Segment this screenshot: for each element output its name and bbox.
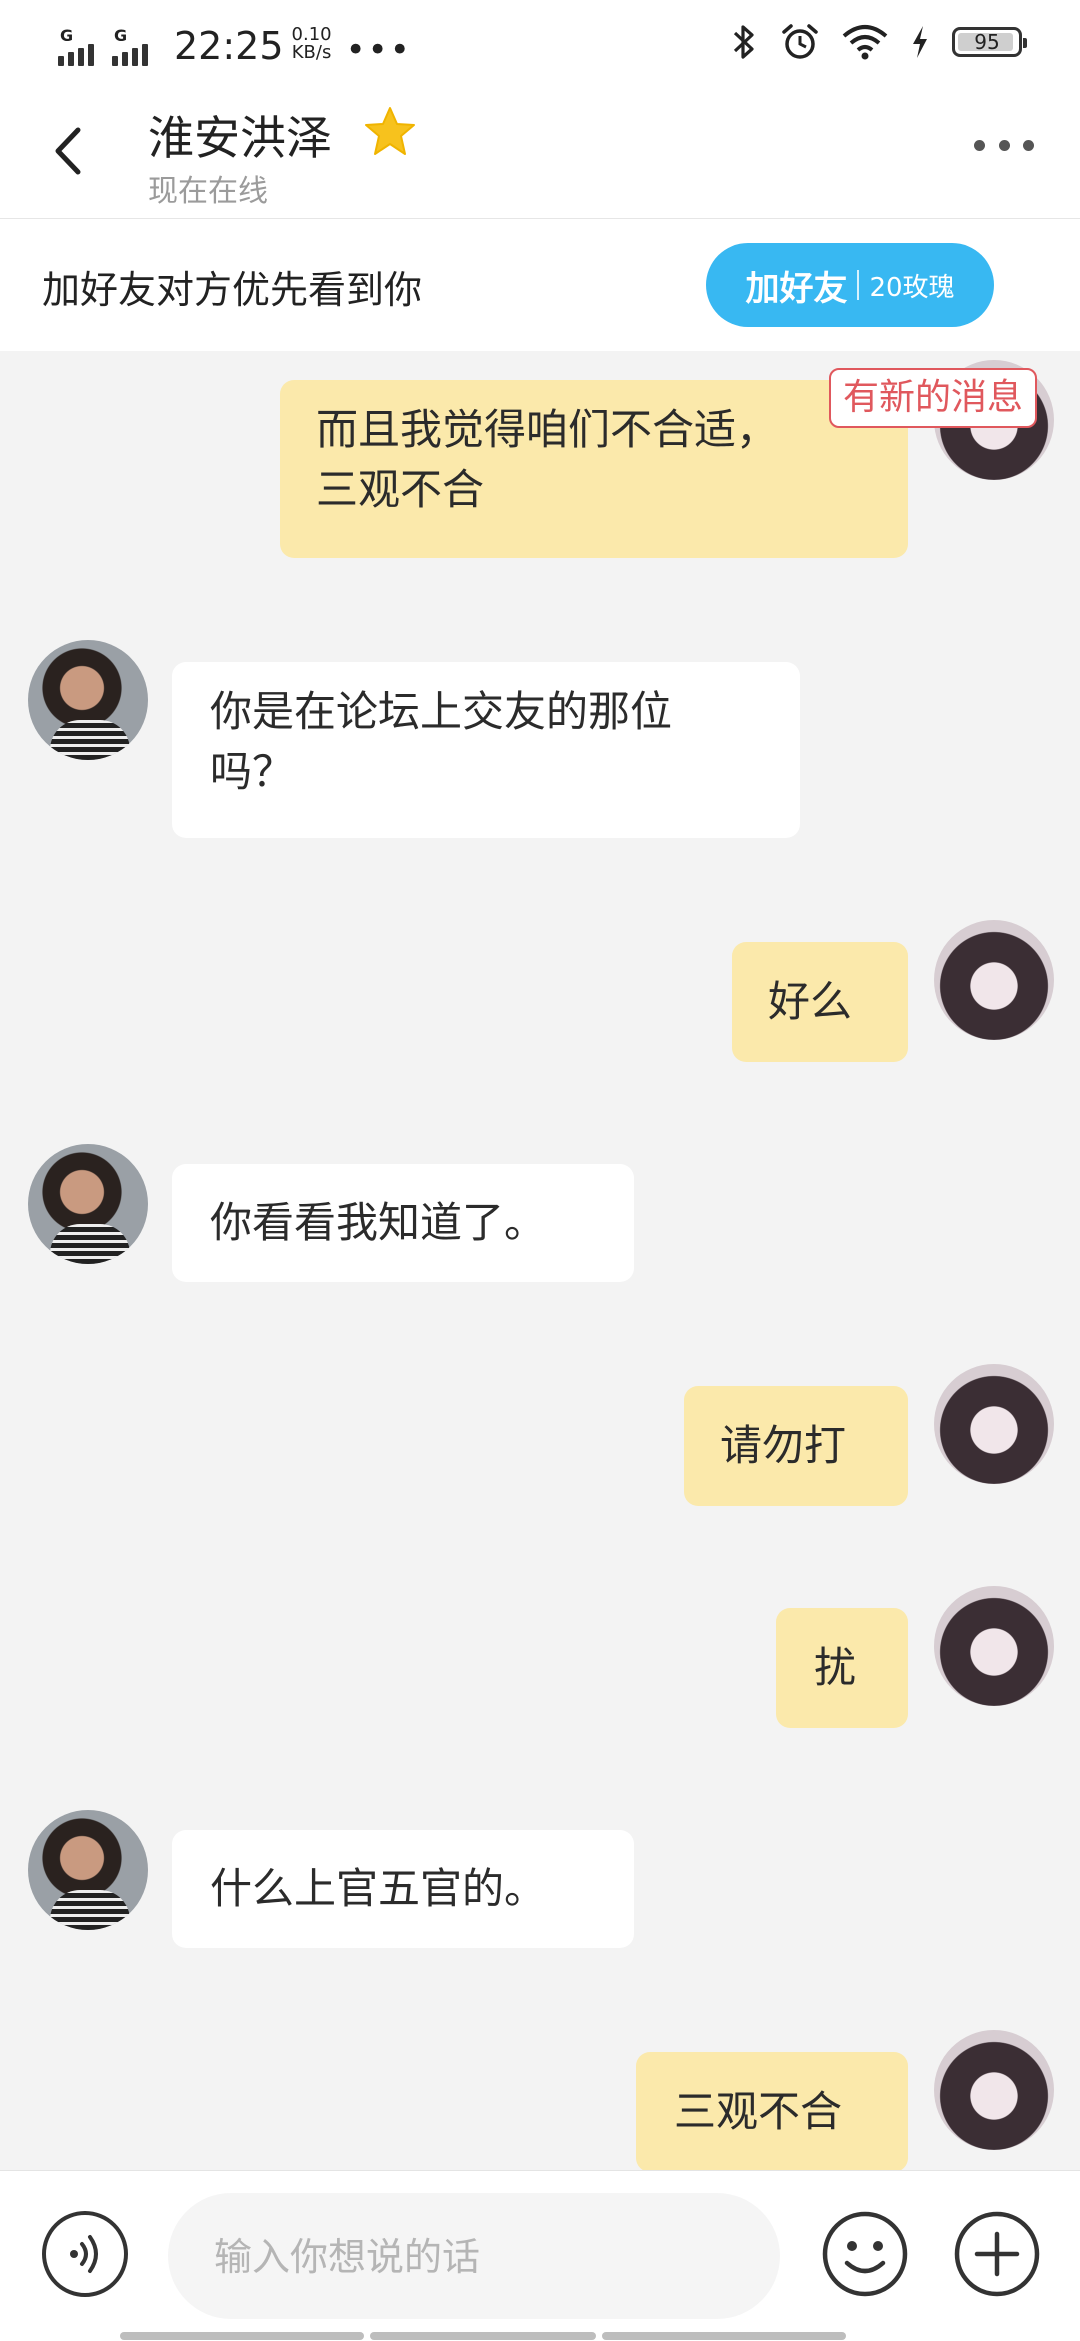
add-friend-bar: 加好友对方优先看到你 加好友 20玫瑰 bbox=[0, 219, 1080, 351]
status-time: 22:25 bbox=[174, 24, 284, 68]
message-bubble-received[interactable]: 什么上官五官的。 bbox=[172, 1830, 634, 1948]
message-bubble-sent[interactable]: 而且我觉得咱们不合适， 三观不合 bbox=[280, 380, 908, 558]
contact-avatar[interactable] bbox=[28, 1144, 148, 1264]
message-bubble-sent[interactable]: 扰 bbox=[776, 1608, 908, 1728]
emoji-button[interactable] bbox=[820, 2209, 910, 2299]
my-avatar[interactable] bbox=[934, 920, 1054, 1040]
voice-icon bbox=[70, 2235, 98, 2273]
message-bubble-sent[interactable]: 好么 bbox=[732, 942, 908, 1062]
voice-input-button[interactable] bbox=[42, 2211, 128, 2297]
alarm-icon bbox=[782, 24, 818, 59]
battery-indicator: 95 bbox=[952, 27, 1027, 57]
more-options-icon[interactable] bbox=[974, 140, 1034, 156]
gesture-bar bbox=[120, 2332, 846, 2340]
my-avatar[interactable] bbox=[934, 1364, 1054, 1484]
my-avatar[interactable] bbox=[934, 1586, 1054, 1706]
contact-name: 淮安洪泽 bbox=[148, 111, 332, 165]
contact-avatar[interactable] bbox=[28, 640, 148, 760]
message-bubble-received[interactable]: 你看看我知道了。 bbox=[172, 1164, 634, 1282]
contact-avatar[interactable] bbox=[28, 1810, 148, 1930]
add-friend-label: 加好友 bbox=[745, 268, 848, 309]
bluetooth-icon bbox=[733, 25, 754, 59]
message-bubble-sent[interactable]: 三观不合 bbox=[636, 2052, 908, 2170]
star-icon[interactable] bbox=[362, 104, 418, 160]
message-input-container bbox=[168, 2193, 780, 2321]
add-friend-price: 20玫瑰 bbox=[869, 272, 955, 303]
signal-1-icon: G bbox=[58, 26, 106, 70]
my-avatar[interactable] bbox=[934, 2030, 1054, 2150]
input-bar bbox=[0, 2170, 1080, 2341]
message-bubble-sent[interactable]: 请勿打 bbox=[684, 1386, 908, 1506]
network-speed: 0.10 KB/s bbox=[291, 24, 332, 63]
chat-header: 淮安洪泽 现在在线 bbox=[0, 84, 1080, 219]
wifi-icon bbox=[842, 25, 888, 60]
message-bubble-received[interactable]: 你是在论坛上交友的那位 吗？ bbox=[172, 662, 800, 838]
add-friend-button[interactable]: 加好友 20玫瑰 bbox=[706, 243, 994, 327]
status-bar: G G 22:25 0.10 KB/s ••• 95 bbox=[0, 0, 1080, 84]
online-status: 现在在线 bbox=[148, 174, 268, 209]
message-list[interactable]: 而且我觉得咱们不合适， 三观不合 有新的消息 你是在论坛上交友的那位 吗？ 好么… bbox=[0, 352, 1080, 2170]
new-messages-badge[interactable]: 有新的消息 bbox=[829, 368, 1038, 428]
add-attachment-button[interactable] bbox=[952, 2209, 1042, 2299]
add-friend-prompt: 加好友对方优先看到你 bbox=[42, 268, 423, 312]
signal-2-icon: G bbox=[112, 26, 160, 70]
notification-more-icon: ••• bbox=[345, 30, 412, 70]
message-input[interactable] bbox=[212, 2193, 756, 2321]
back-arrow-icon[interactable] bbox=[48, 126, 88, 176]
divider bbox=[857, 270, 860, 300]
charging-icon bbox=[913, 26, 927, 58]
